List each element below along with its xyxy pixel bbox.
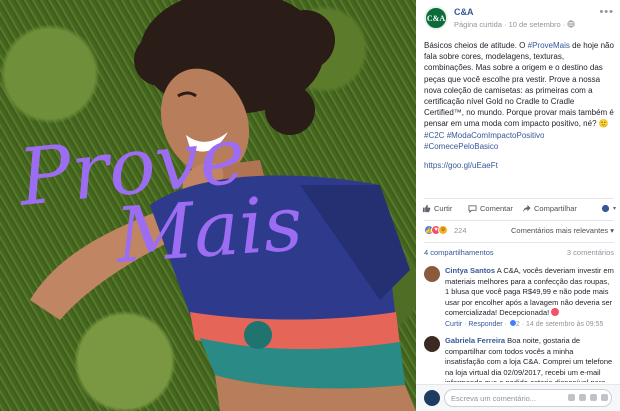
current-user-avatar[interactable] bbox=[424, 390, 440, 406]
hashtag-c2c-link[interactable]: #C2C bbox=[424, 131, 444, 140]
share-button-label: Compartilhar bbox=[534, 204, 577, 213]
like-button[interactable]: Curtir bbox=[422, 204, 452, 213]
comment-timestamp[interactable]: 14 de setembro às 09:55 bbox=[526, 321, 603, 328]
divider bbox=[424, 242, 614, 243]
comment-reaction-count[interactable]: 2 bbox=[516, 321, 520, 328]
wow-reaction-icon: o bbox=[438, 225, 448, 235]
comment-item: Gabriela Ferreira Boa noite, gostaria de… bbox=[424, 336, 614, 382]
post-meta: Página curtida · 10 de setembro · bbox=[454, 20, 576, 29]
share-button[interactable]: Compartilhar bbox=[522, 204, 577, 213]
post-photo[interactable]: Prove Mais bbox=[0, 0, 416, 411]
gif-icon[interactable] bbox=[590, 394, 597, 401]
comment-like-link[interactable]: Curtir bbox=[445, 321, 462, 328]
globe-icon bbox=[601, 204, 610, 213]
divider bbox=[424, 220, 614, 221]
post-panel: C&A C&A Página curtida · 10 de setembro … bbox=[416, 0, 620, 411]
comment-author-link[interactable]: Cintya Santos bbox=[445, 266, 495, 275]
divider bbox=[424, 198, 614, 199]
chevron-down-icon: ▾ bbox=[612, 206, 616, 212]
post-header: C&A C&A Página curtida · 10 de setembro … bbox=[424, 6, 614, 34]
emoji-icon[interactable] bbox=[568, 394, 575, 401]
commenter-avatar[interactable] bbox=[424, 336, 440, 352]
prove-mais-overlay: Prove Mais bbox=[13, 111, 306, 280]
comment-composer bbox=[416, 384, 620, 411]
caption-text-2: de hoje não fala sobre cores, modelagens… bbox=[424, 41, 614, 129]
comment-reply-link[interactable]: Responder bbox=[468, 321, 502, 328]
thumbs-up-icon bbox=[422, 204, 431, 213]
post-actions: Curtir Comentar Compartilhar ▾ bbox=[422, 202, 616, 218]
comment-body: Cintya Santos A C&A, vocês deveriam inve… bbox=[445, 266, 614, 330]
sticker-icon[interactable] bbox=[601, 394, 608, 401]
reaction-count[interactable]: 224 bbox=[454, 226, 467, 235]
angry-emoji-icon bbox=[551, 308, 560, 316]
reactions-bar: 👍 ♥ o 224 Comentários mais relevantes ▾ bbox=[424, 225, 614, 239]
shares-count-link[interactable]: 4 compartilhamentos bbox=[424, 248, 494, 257]
hashtag-comecepelobasico-link[interactable]: #ComecePeloBasico bbox=[424, 142, 498, 151]
audience-selector[interactable]: ▾ bbox=[601, 204, 616, 213]
comment-author-link[interactable]: Gabriela Ferreira bbox=[445, 336, 505, 345]
post-meta-text: Página curtida · 10 de setembro · bbox=[454, 20, 566, 29]
page-avatar[interactable]: C&A bbox=[424, 6, 448, 30]
caption-text-1: Básicos cheios de atitude. O bbox=[424, 41, 528, 50]
comment-actions: Curtir · Responder · 2 · 14 de setembro … bbox=[445, 318, 604, 328]
overlay-mais-text: Mais bbox=[111, 178, 305, 280]
post-caption: Básicos cheios de atitude. O #ProveMais … bbox=[424, 40, 614, 171]
comment-sort-dropdown[interactable]: Comentários mais relevantes ▾ bbox=[511, 226, 614, 235]
hashtag-provemais-link[interactable]: #ProveMais bbox=[528, 41, 570, 50]
camera-icon[interactable] bbox=[579, 394, 586, 401]
composer-tools bbox=[568, 394, 608, 401]
globe-icon bbox=[567, 20, 576, 28]
reaction-icons[interactable]: 👍 ♥ o bbox=[424, 225, 448, 235]
page-name-link[interactable]: C&A bbox=[454, 7, 474, 17]
comment-button[interactable]: Comentar bbox=[468, 204, 513, 213]
comment-button-label: Comentar bbox=[480, 204, 513, 213]
smile-emoji-icon: 🙂 bbox=[598, 119, 609, 129]
page-avatar-text: C&A bbox=[426, 13, 446, 23]
caption-url-link[interactable]: https://goo.gl/uEaeFt bbox=[424, 160, 614, 171]
comment-icon bbox=[468, 205, 477, 213]
share-icon bbox=[522, 204, 531, 213]
like-button-label: Curtir bbox=[434, 204, 453, 213]
comments-count: 3 comentários bbox=[566, 248, 614, 257]
comment-body: Gabriela Ferreira Boa noite, gostaria de… bbox=[445, 336, 614, 382]
post-counts: 4 compartilhamentos 3 comentários bbox=[424, 248, 614, 260]
commenter-avatar[interactable] bbox=[424, 266, 440, 282]
more-horizontal-icon[interactable]: ••• bbox=[599, 6, 614, 18]
hashtag-modacomimpactopositivo-link[interactable]: #ModaComImpactoPositivo bbox=[447, 131, 545, 140]
